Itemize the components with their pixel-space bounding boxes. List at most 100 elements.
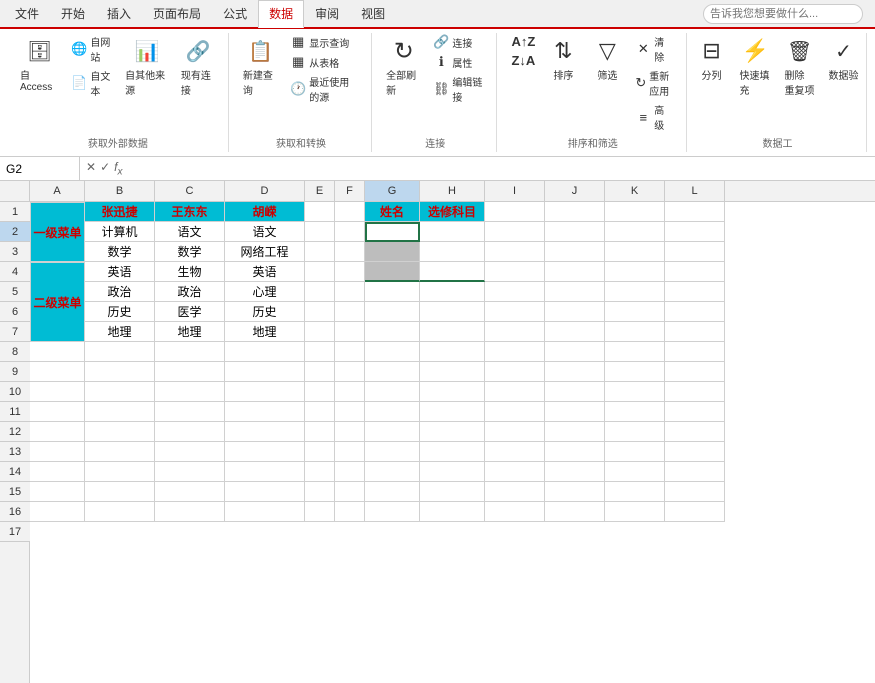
- btn-sort[interactable]: ⇅ 排序: [543, 33, 583, 84]
- formula-input[interactable]: [128, 162, 875, 176]
- cell-d8[interactable]: [225, 342, 305, 362]
- cell-l5[interactable]: [665, 282, 725, 302]
- btn-refresh-all[interactable]: ↻ 全部刷新: [382, 33, 425, 99]
- cell-d6[interactable]: 历史: [225, 302, 305, 322]
- cell-d1[interactable]: 胡嵘: [225, 202, 305, 222]
- cell-e3[interactable]: [305, 242, 335, 262]
- cell-l3[interactable]: [665, 242, 725, 262]
- cell-b3[interactable]: 数学: [85, 242, 155, 262]
- cell-e4[interactable]: [305, 262, 335, 282]
- cell-i5[interactable]: [485, 282, 545, 302]
- cell-d2[interactable]: 语文: [225, 222, 305, 242]
- row-header-7[interactable]: 7: [0, 322, 30, 342]
- btn-other-sources[interactable]: 📊 自其他来源: [121, 33, 173, 99]
- col-header-f[interactable]: F: [335, 181, 365, 201]
- row-header-1[interactable]: 1: [0, 202, 30, 222]
- cell-k3[interactable]: [605, 242, 665, 262]
- cell-l7[interactable]: [665, 322, 725, 342]
- tab-review[interactable]: 审阅: [304, 0, 350, 27]
- btn-filter[interactable]: ▽ 筛选: [587, 33, 627, 84]
- col-header-h[interactable]: H: [420, 181, 485, 201]
- btn-edit-links[interactable]: ⛓ 编辑链接: [429, 73, 488, 105]
- row-header-13[interactable]: 13: [0, 442, 30, 462]
- cell-c6[interactable]: 医学: [155, 302, 225, 322]
- cell-e1[interactable]: [305, 202, 335, 222]
- tab-view[interactable]: 视图: [350, 0, 396, 27]
- cell-j4[interactable]: [545, 262, 605, 282]
- cell-b1[interactable]: 张迅捷: [85, 202, 155, 222]
- cell-l6[interactable]: [665, 302, 725, 322]
- cell-a8[interactable]: [30, 342, 85, 362]
- cell-k4[interactable]: [605, 262, 665, 282]
- row-header-4[interactable]: 4: [0, 262, 30, 282]
- cell-i6[interactable]: [485, 302, 545, 322]
- tab-data[interactable]: 数据: [258, 0, 304, 28]
- btn-sort-za[interactable]: Z↓A: [507, 52, 539, 69]
- tab-home[interactable]: 开始: [50, 0, 96, 27]
- formula-insert-icon[interactable]: fx: [114, 160, 122, 177]
- cell-h6[interactable]: [420, 302, 485, 322]
- cell-h3[interactable]: [420, 242, 485, 262]
- cell-k6[interactable]: [605, 302, 665, 322]
- cell-i8[interactable]: [485, 342, 545, 362]
- cell-e7[interactable]: [305, 322, 335, 342]
- cell-j8[interactable]: [545, 342, 605, 362]
- btn-properties[interactable]: ℹ 属性: [429, 53, 488, 71]
- cell-f5[interactable]: [335, 282, 365, 302]
- row-header-17[interactable]: 17: [0, 522, 30, 542]
- btn-sort-az[interactable]: A↑Z: [507, 33, 539, 50]
- row-header-16[interactable]: 16: [0, 502, 30, 522]
- cell-c5[interactable]: 政治: [155, 282, 225, 302]
- col-header-e[interactable]: E: [305, 181, 335, 201]
- cell-b4[interactable]: 英语: [85, 262, 155, 282]
- btn-show-query[interactable]: ▦ 显示查询: [286, 33, 363, 51]
- row-header-12[interactable]: 12: [0, 422, 30, 442]
- select-all-corner[interactable]: [0, 181, 30, 201]
- cell-g7[interactable]: [365, 322, 420, 342]
- cell-c4[interactable]: 生物: [155, 262, 225, 282]
- col-header-d[interactable]: D: [225, 181, 305, 201]
- cell-k7[interactable]: [605, 322, 665, 342]
- cell-i2[interactable]: [485, 222, 545, 242]
- row-header-10[interactable]: 10: [0, 382, 30, 402]
- cell-f4[interactable]: [335, 262, 365, 282]
- col-header-j[interactable]: J: [545, 181, 605, 201]
- btn-remove-dup[interactable]: 🗑 删除重复项: [780, 33, 820, 99]
- row-header-8[interactable]: 8: [0, 342, 30, 362]
- col-header-c[interactable]: C: [155, 181, 225, 201]
- cell-g1[interactable]: 姓名: [365, 202, 420, 222]
- cell-c1[interactable]: 王东东: [155, 202, 225, 222]
- col-header-b[interactable]: B: [85, 181, 155, 201]
- row-header-9[interactable]: 9: [0, 362, 30, 382]
- btn-advanced[interactable]: ≡ 高级: [631, 101, 678, 133]
- formula-cancel-icon[interactable]: ✕: [86, 160, 96, 177]
- formula-confirm-icon[interactable]: ✓: [100, 160, 110, 177]
- cell-b6[interactable]: 历史: [85, 302, 155, 322]
- cell-i1[interactable]: [485, 202, 545, 222]
- cell-j5[interactable]: [545, 282, 605, 302]
- btn-connections[interactable]: 🔗 连接: [429, 33, 488, 51]
- cell-h4[interactable]: [420, 262, 485, 282]
- btn-flash-fill[interactable]: ⚡ 快速填充: [736, 33, 776, 99]
- btn-new-query[interactable]: 📋 新建查询: [239, 33, 282, 99]
- cell-d5[interactable]: 心理: [225, 282, 305, 302]
- search-input[interactable]: [703, 4, 863, 24]
- cell-b5[interactable]: 政治: [85, 282, 155, 302]
- cell-f7[interactable]: [335, 322, 365, 342]
- row-header-14[interactable]: 14: [0, 462, 30, 482]
- col-header-l[interactable]: L: [665, 181, 725, 201]
- col-header-i[interactable]: I: [485, 181, 545, 201]
- merged-cell-a1[interactable]: 一级菜单: [30, 202, 85, 262]
- cell-c7[interactable]: 地理: [155, 322, 225, 342]
- btn-access[interactable]: 🗄 自 Access: [16, 33, 63, 95]
- cell-e8[interactable]: [305, 342, 335, 362]
- cell-i4[interactable]: [485, 262, 545, 282]
- cell-h8[interactable]: [420, 342, 485, 362]
- cell-l4[interactable]: [665, 262, 725, 282]
- cell-h7[interactable]: [420, 322, 485, 342]
- cell-d4[interactable]: 英语: [225, 262, 305, 282]
- btn-from-table[interactable]: ▦ 从表格: [286, 53, 363, 71]
- cell-k5[interactable]: [605, 282, 665, 302]
- cell-d3[interactable]: 网络工程: [225, 242, 305, 262]
- cell-f1[interactable]: [335, 202, 365, 222]
